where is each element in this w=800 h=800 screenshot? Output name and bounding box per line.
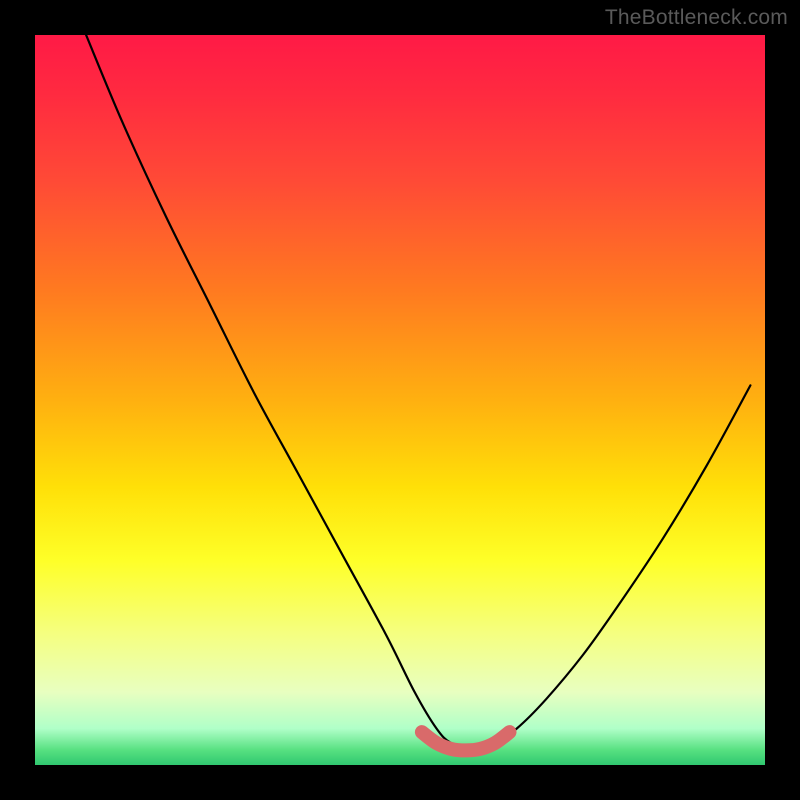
bottleneck-curve [86,35,750,750]
chart-plot-area [35,35,765,765]
optimal-range-highlight [422,732,510,750]
watermark-text: TheBottleneck.com [605,6,788,30]
chart-overlay [35,35,765,765]
chart-frame: TheBottleneck.com [0,0,800,800]
